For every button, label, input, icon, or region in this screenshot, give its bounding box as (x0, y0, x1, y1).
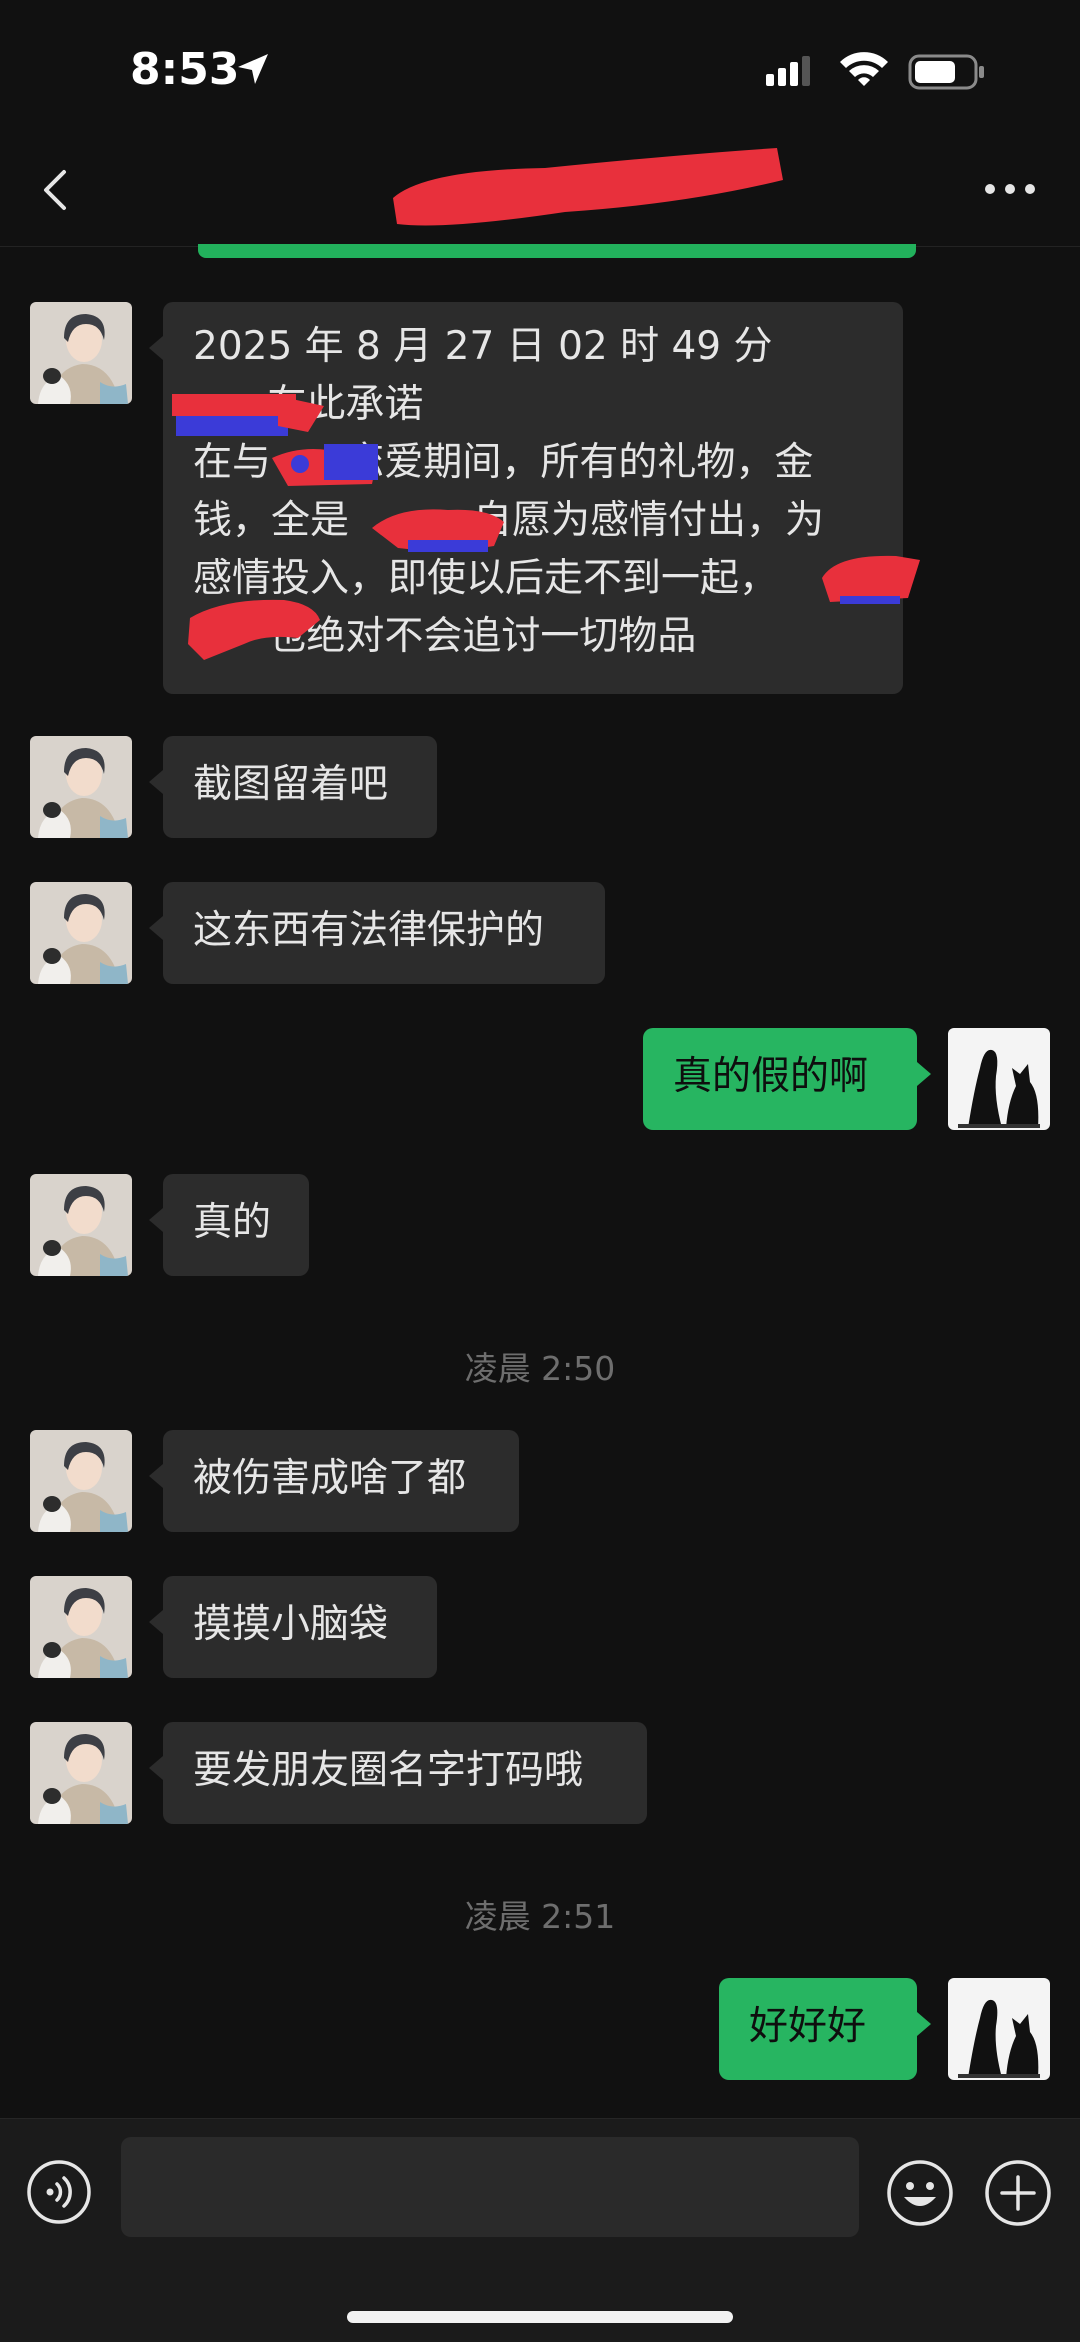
message-text: 这东西有法律保护的 (193, 908, 545, 953)
contact-avatar[interactable] (30, 1576, 132, 1678)
more-dots-icon[interactable] (980, 174, 1040, 204)
name-redaction (822, 555, 920, 604)
voice-icon[interactable] (26, 2159, 92, 2225)
message-text: 被伤害成啥了都 (193, 1456, 467, 1501)
name-redaction (272, 444, 378, 486)
contact-avatar[interactable] (30, 882, 132, 984)
pinned-notice-strip[interactable] (198, 244, 916, 258)
contact-avatar[interactable] (30, 302, 132, 404)
message-line: 钱，全是 自愿为感情付出，为 (193, 498, 824, 543)
timestamp: 凌晨 2:51 (464, 1897, 616, 1936)
contact-avatar[interactable] (30, 1722, 132, 1824)
wifi-icon (840, 52, 888, 86)
message-bubble[interactable]: 真的 (149, 1174, 309, 1276)
message-bubble-outgoing[interactable]: 真的假的啊 (643, 1028, 931, 1130)
chat-header (0, 130, 1080, 247)
contact-avatar[interactable] (30, 1174, 132, 1276)
message-bubble[interactable]: 摸摸小脑袋 (149, 1576, 437, 1678)
status-time: 8:53 (130, 44, 240, 95)
emoji-icon[interactable] (886, 2159, 954, 2227)
message-input[interactable] (121, 2137, 859, 2237)
my-avatar[interactable] (948, 1978, 1050, 2080)
name-redaction (188, 599, 320, 660)
location-arrow-icon (238, 54, 268, 84)
message-line: 2025 年 8 月 27 日 02 时 49 分 (193, 324, 773, 369)
contact-avatar[interactable] (30, 736, 132, 838)
message-bubble-outgoing[interactable]: 好好好 (719, 1978, 931, 2080)
message-text: 要发朋友圈名字打码哦 (193, 1748, 584, 1793)
battery-icon (908, 54, 984, 90)
message-text: 摸摸小脑袋 (193, 1602, 389, 1647)
message-bubble[interactable]: 这东西有法律保护的 (149, 882, 605, 984)
message-bubble[interactable]: 截图留着吧 (149, 736, 437, 838)
input-bar (0, 2118, 1080, 2342)
home-indicator (347, 2311, 733, 2323)
chat-title-redaction (393, 148, 783, 226)
name-redaction (172, 394, 324, 436)
timestamp: 凌晨 2:50 (464, 1349, 616, 1388)
name-redaction (372, 509, 504, 552)
message-bubble[interactable]: 被伤害成啥了都 (149, 1430, 519, 1532)
message-bubble[interactable]: 要发朋友圈名字打码哦 (149, 1722, 647, 1824)
status-bar: 8:53 (0, 0, 1080, 130)
message-text: 真的 (193, 1200, 272, 1245)
contact-avatar[interactable] (30, 1430, 132, 1532)
message-text: 真的假的啊 (673, 1054, 869, 1099)
my-avatar[interactable] (948, 1028, 1050, 1130)
cellular-signal-icon (766, 56, 810, 86)
message-text: 好好好 (749, 2004, 867, 2049)
back-button[interactable] (36, 168, 76, 212)
plus-icon[interactable] (984, 2159, 1052, 2227)
message-text: 截图留着吧 (193, 762, 389, 807)
